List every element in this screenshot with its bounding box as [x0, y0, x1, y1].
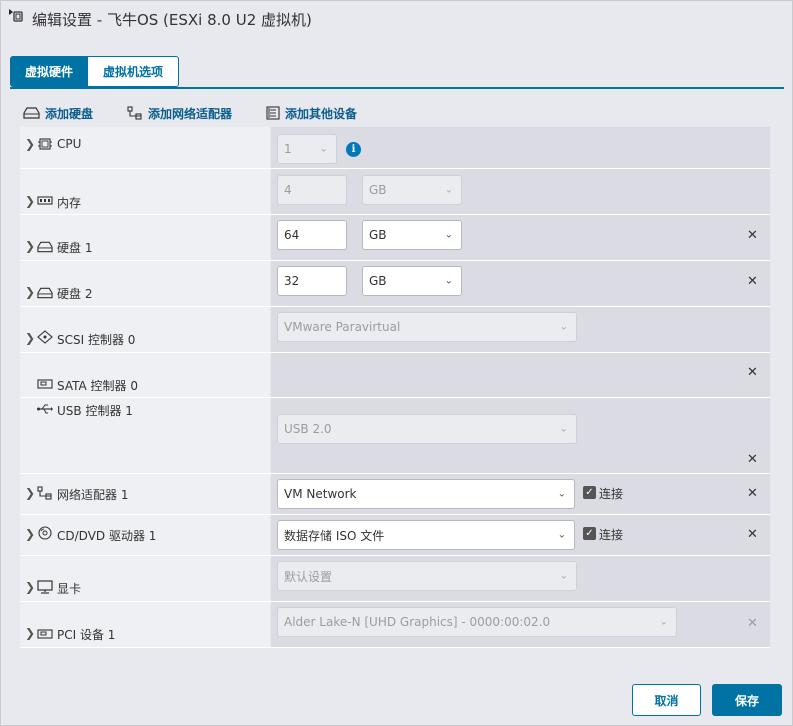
expand-disk-1-icon[interactable]: ❯ — [25, 239, 35, 253]
chevron-down-icon: ⌄ — [444, 275, 453, 287]
cpu-icon — [38, 138, 52, 150]
expand-disk-2-icon[interactable]: ❯ — [25, 285, 35, 299]
cdrom-connect-checkbox[interactable]: ✓ — [583, 527, 596, 540]
video-settings-select[interactable]: 默认设置 ⌄ — [277, 561, 577, 591]
cpu-count-select[interactable]: 1 ⌄ — [277, 134, 337, 164]
row-sata-controller: SATA 控制器 0 ✕ — [20, 353, 770, 398]
scsi-controller-label: SCSI 控制器 0 — [57, 333, 136, 347]
expand-cpu-icon[interactable]: ❯ — [25, 137, 35, 151]
chevron-down-icon: ⌄ — [557, 529, 566, 541]
remove-disk-2-icon[interactable]: ✕ — [747, 274, 758, 289]
network-adapter-icon — [127, 106, 142, 120]
expand-network-icon[interactable]: ❯ — [25, 486, 35, 500]
sata-controller-label: SATA 控制器 0 — [57, 379, 138, 393]
add-network-adapter-label: 添加网络适配器 — [148, 106, 233, 121]
disk-1-unit-select[interactable]: GB ⌄ — [362, 220, 462, 250]
sata-controller-icon — [37, 379, 53, 389]
disk-icon — [37, 287, 53, 299]
edit-settings-dialog: 编辑设置 - 飞牛OS (ESXi 8.0 U2 虚拟机) 虚拟硬件 虚拟机选项… — [0, 0, 793, 726]
cdrom-label: CD/DVD 驱动器 1 — [57, 529, 157, 543]
memory-icon — [37, 196, 53, 205]
monitor-icon — [37, 580, 53, 594]
row-cpu: ❯ CPU 1 ⌄ i — [20, 127, 770, 169]
chevron-down-icon: ⌄ — [557, 488, 566, 500]
expand-video-icon[interactable]: ❯ — [25, 580, 35, 594]
add-disk-label: 添加硬盘 — [45, 106, 94, 121]
row-disk-1: ❯ 硬盘 1 64 GB ⌄ ✕ — [20, 215, 770, 261]
add-other-device-label: 添加其他设备 — [285, 106, 358, 121]
scsi-type-select[interactable]: VMware Paravirtual ⌄ — [277, 312, 577, 342]
row-scsi-controller: ❯ SCSI 控制器 0 VMware Paravirtual ⌄ — [20, 307, 770, 353]
chevron-down-icon: ⌄ — [559, 423, 568, 435]
disk-1-size-input[interactable]: 64 — [277, 220, 347, 250]
pci-device-select[interactable]: Alder Lake-N [UHD Graphics] - 0000:00:02… — [277, 607, 677, 637]
remove-sata-icon[interactable]: ✕ — [747, 365, 758, 380]
chevron-down-icon: ⌄ — [559, 570, 568, 582]
tab-bar: 虚拟硬件 虚拟机选项 — [10, 56, 179, 87]
disk-icon — [23, 107, 40, 119]
memory-size-input[interactable]: 4 — [277, 175, 347, 205]
cd-dvd-icon — [38, 526, 52, 540]
chevron-down-icon: ⌄ — [319, 143, 328, 155]
remove-cdrom-icon[interactable]: ✕ — [747, 527, 758, 542]
cpu-label: CPU — [57, 137, 82, 151]
window-title: 编辑设置 - 飞牛OS (ESXi 8.0 U2 虚拟机) — [32, 11, 312, 29]
network-select[interactable]: VM Network ⌄ — [277, 479, 575, 509]
device-list-icon — [266, 106, 280, 120]
video-card-label: 显卡 — [57, 582, 82, 596]
chevron-down-icon: ⌄ — [659, 616, 668, 628]
remove-disk-1-icon[interactable]: ✕ — [747, 228, 758, 243]
save-button[interactable]: 保存 — [712, 684, 782, 716]
pci-device-label: PCI 设备 1 — [57, 628, 116, 642]
usb-controller-label: USB 控制器 1 — [57, 404, 133, 418]
cdrom-source-select[interactable]: 数据存储 ISO 文件 ⌄ — [277, 520, 575, 550]
row-video-card: ❯ 显卡 默认设置 ⌄ — [20, 556, 770, 602]
hardware-toolbar: 添加硬盘 添加网络适配器 添加其他设备 — [23, 103, 391, 123]
disk-icon — [37, 241, 53, 253]
cdrom-connect-label: 连接 — [599, 528, 624, 542]
row-network-adapter: ❯ 网络适配器 1 VM Network ⌄ ✓ 连接 ✕ — [20, 474, 770, 515]
disk-2-unit-select[interactable]: GB ⌄ — [362, 266, 462, 296]
row-disk-2: ❯ 硬盘 2 32 GB ⌄ ✕ — [20, 261, 770, 307]
network-adapter-label: 网络适配器 1 — [57, 488, 129, 502]
pci-device-icon — [37, 629, 53, 639]
network-connect-label: 连接 — [599, 487, 624, 501]
memory-label: 内存 — [57, 196, 82, 210]
remove-pci-icon[interactable]: ✕ — [747, 616, 758, 631]
disk-2-label: 硬盘 2 — [57, 287, 93, 301]
row-usb-controller: USB 控制器 1 USB 2.0 ⌄ ✕ — [20, 398, 770, 474]
row-cdrom: ❯ CD/DVD 驱动器 1 数据存储 ISO 文件 ⌄ ✓ 连接 ✕ — [20, 515, 770, 556]
expand-memory-icon[interactable]: ❯ — [25, 194, 35, 208]
expand-cdrom-icon[interactable]: ❯ — [25, 527, 35, 541]
add-other-device-button[interactable]: 添加其他设备 — [266, 105, 357, 122]
info-icon[interactable]: i — [346, 142, 361, 157]
scsi-controller-icon — [37, 330, 53, 344]
expand-pci-icon[interactable]: ❯ — [25, 626, 35, 640]
usb-icon — [37, 404, 53, 414]
row-memory: ❯ 内存 4 GB ⌄ — [20, 169, 770, 215]
add-network-adapter-button[interactable]: 添加网络适配器 — [127, 105, 232, 122]
vm-settings-icon — [9, 9, 23, 22]
tab-virtual-hardware[interactable]: 虚拟硬件 — [10, 56, 88, 87]
network-adapter-icon — [37, 486, 52, 500]
cancel-button[interactable]: 取消 — [632, 684, 701, 716]
chevron-down-icon: ⌄ — [444, 229, 453, 241]
disk-1-label: 硬盘 1 — [57, 241, 93, 255]
row-pci-device: ❯ PCI 设备 1 Alder Lake-N [UHD Graphics] -… — [20, 602, 770, 648]
chevron-down-icon: ⌄ — [444, 184, 453, 196]
expand-scsi-icon[interactable]: ❯ — [25, 331, 35, 345]
tab-vm-options[interactable]: 虚拟机选项 — [88, 56, 179, 87]
add-disk-button[interactable]: 添加硬盘 — [23, 105, 93, 122]
usb-type-select[interactable]: USB 2.0 ⌄ — [277, 414, 577, 444]
title-bar: 编辑设置 - 飞牛OS (ESXi 8.0 U2 虚拟机) — [1, 1, 792, 39]
memory-unit-select[interactable]: GB ⌄ — [362, 175, 462, 205]
disk-2-size-input[interactable]: 32 — [277, 266, 347, 296]
network-connect-checkbox[interactable]: ✓ — [583, 486, 596, 499]
remove-network-icon[interactable]: ✕ — [747, 486, 758, 501]
remove-usb-icon[interactable]: ✕ — [747, 452, 758, 467]
chevron-down-icon: ⌄ — [559, 321, 568, 333]
